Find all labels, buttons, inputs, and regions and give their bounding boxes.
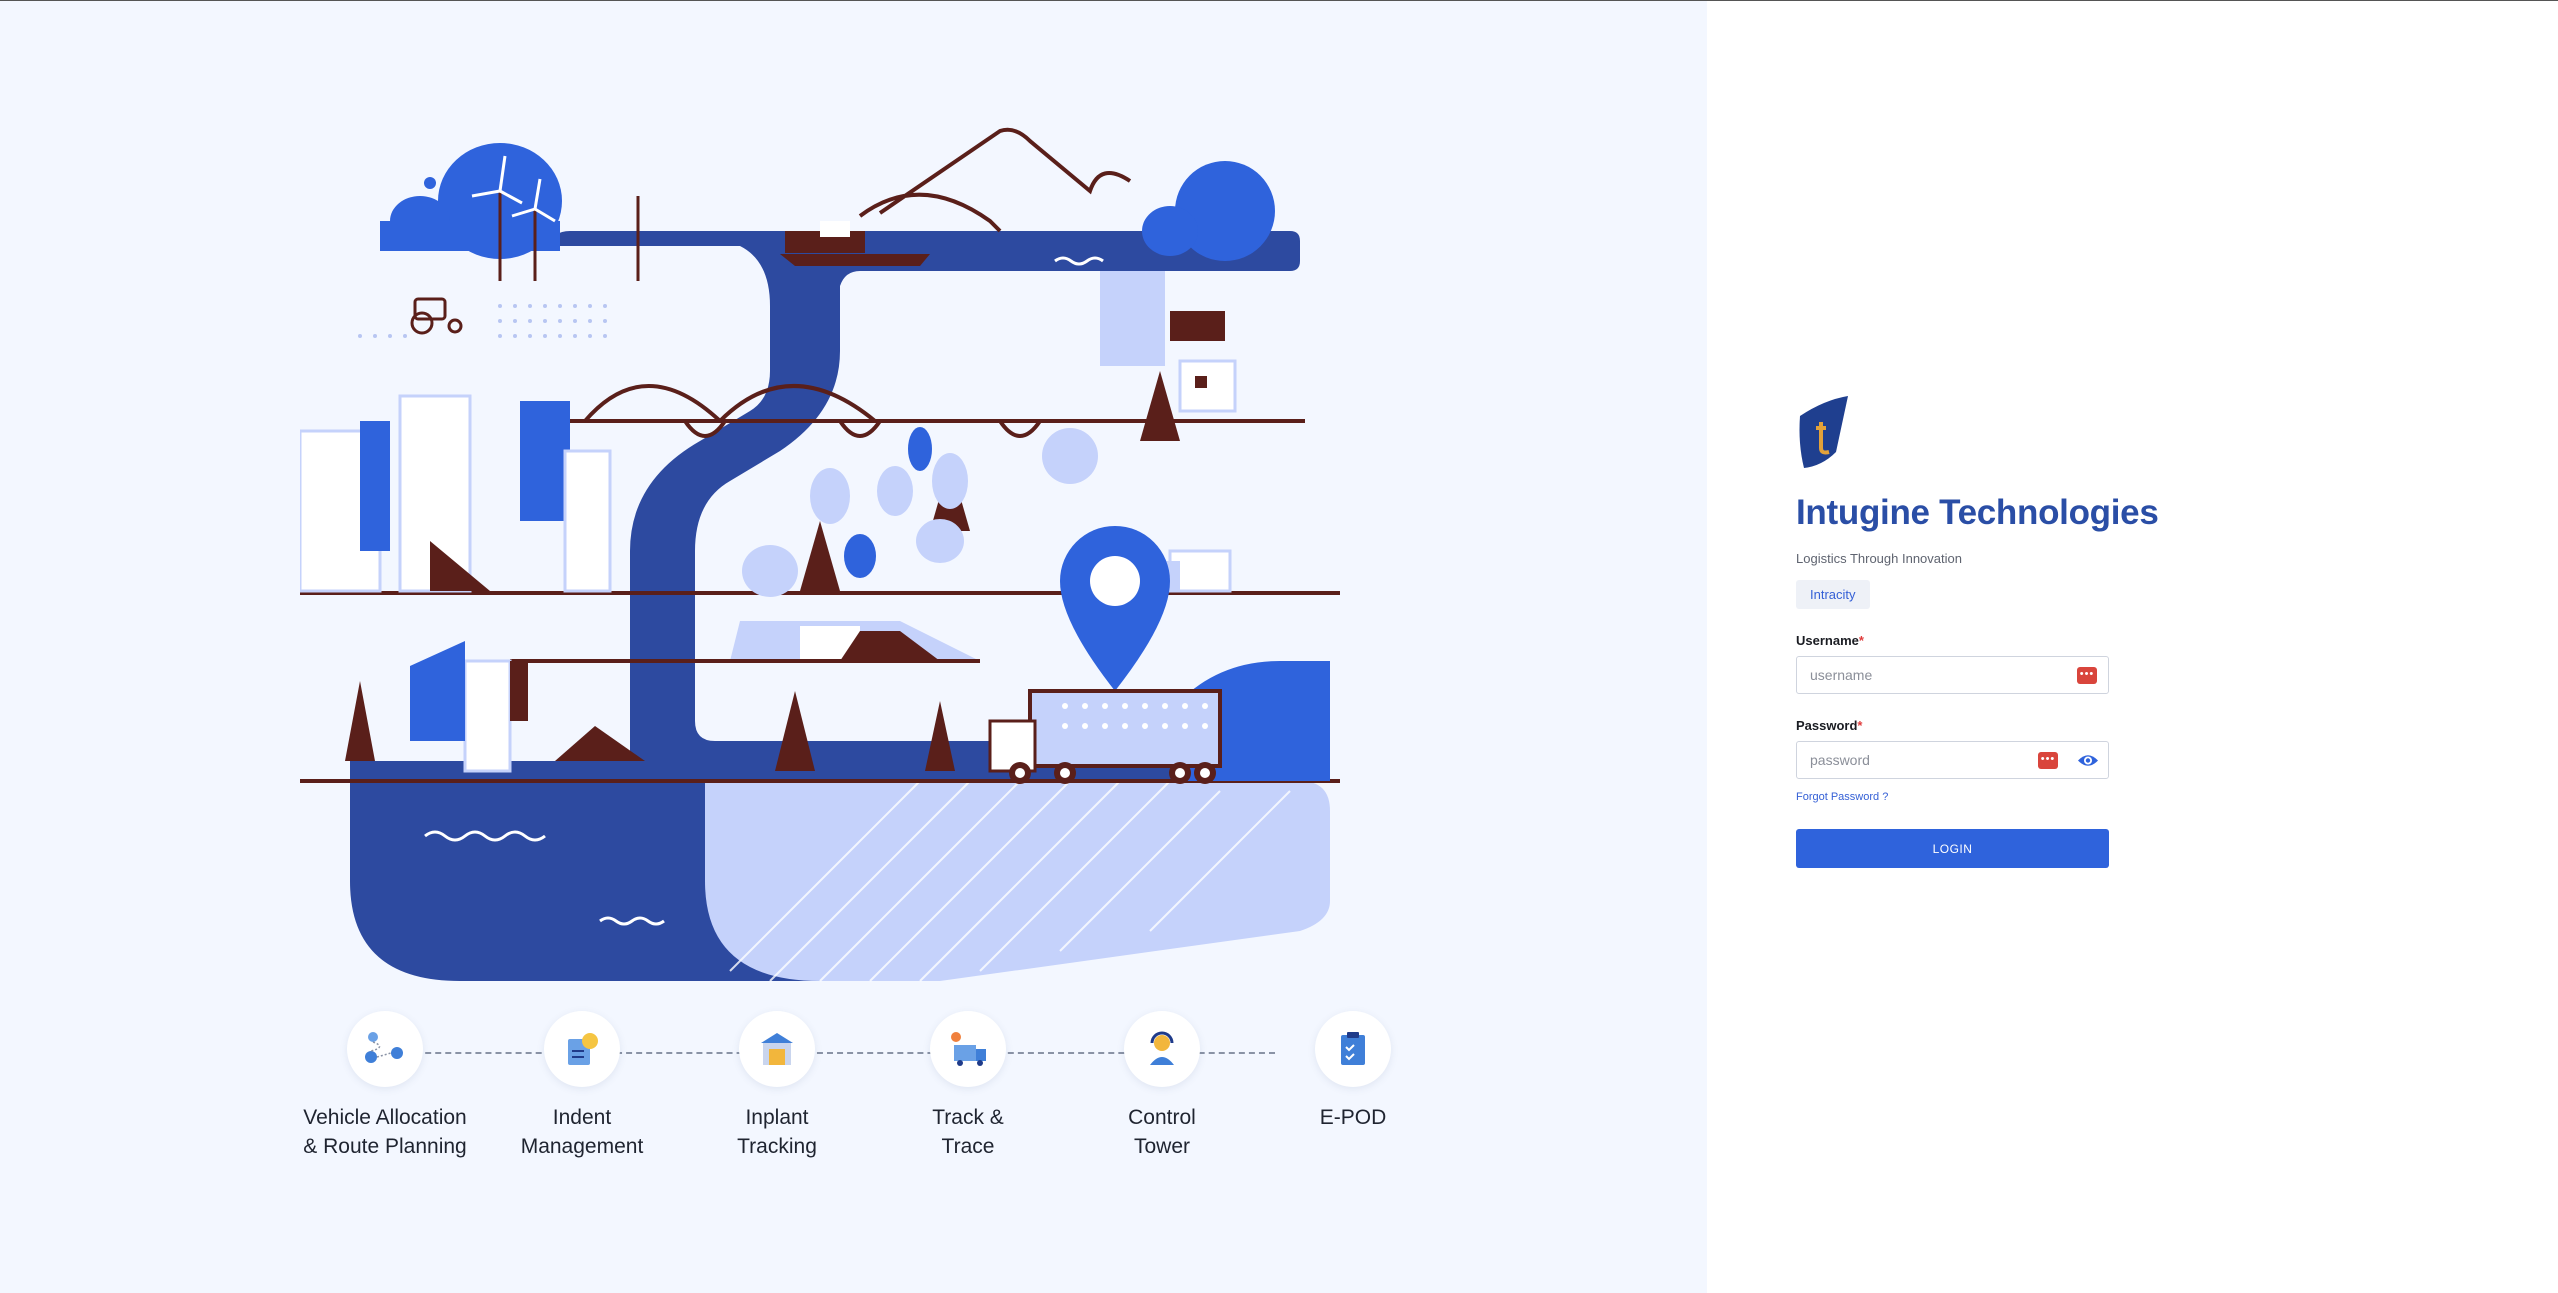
- username-input[interactable]: [1797, 657, 2108, 693]
- login-form: Intugine Technologies Logistics Through …: [1796, 394, 2196, 868]
- password-label-text: Password: [1796, 718, 1858, 733]
- feature-vehicle-allocation: Vehicle Allocation & Route Planning: [290, 1011, 480, 1161]
- logistics-city-illustration: [300, 127, 1340, 982]
- password-manager-icon[interactable]: •••: [2077, 667, 2097, 684]
- feature-label: Vehicle Allocation & Route Planning: [303, 1106, 467, 1158]
- password-manager-icon[interactable]: •••: [2038, 752, 2058, 769]
- warehouse-icon: [739, 1011, 815, 1087]
- feature-label: Indent Management: [520, 1106, 644, 1158]
- forgot-password-link[interactable]: Forgot Password ?: [1796, 791, 1888, 803]
- operator-icon: [1124, 1011, 1200, 1087]
- login-panel: Intugine Technologies Logistics Through …: [1707, 1, 2558, 1293]
- password-input[interactable]: [1797, 742, 2108, 778]
- username-input-wrapper: •••: [1796, 656, 2109, 694]
- feature-label: Inplant Tracking: [737, 1106, 817, 1158]
- feature-label: Track & Trace: [932, 1106, 1004, 1158]
- username-label: Username*: [1796, 633, 2196, 648]
- password-input-wrapper: •••: [1796, 741, 2109, 779]
- product-tag-chip: Intracity: [1796, 580, 1870, 609]
- company-name: Intugine Technologies: [1796, 493, 2159, 532]
- company-logo: [1799, 396, 1848, 468]
- username-label-text: Username: [1796, 633, 1859, 648]
- required-marker: *: [1857, 718, 1863, 733]
- clipboard-check-icon: [1315, 1011, 1391, 1087]
- route-planning-icon: [347, 1011, 423, 1087]
- tagline: Logistics Through Innovation: [1796, 551, 1962, 566]
- feature-control-tower: Control Tower: [1067, 1011, 1257, 1161]
- illustration-panel: Vehicle Allocation & Route Planning Inde…: [0, 1, 1707, 1293]
- required-marker: *: [1858, 633, 1864, 648]
- features-timeline: Vehicle Allocation & Route Planning Inde…: [290, 1011, 1420, 1181]
- password-label: Password*: [1796, 718, 2196, 733]
- feature-label: Control Tower: [1128, 1106, 1196, 1158]
- login-button[interactable]: LOGIN: [1796, 829, 2109, 868]
- feature-epod: E-POD: [1258, 1011, 1448, 1132]
- feature-inplant-tracking: Inplant Tracking: [682, 1011, 872, 1161]
- feature-track-trace: Track & Trace: [873, 1011, 1063, 1161]
- show-password-eye-icon[interactable]: [2077, 752, 2099, 769]
- truck-location-icon: [930, 1011, 1006, 1087]
- feature-indent-management: Indent Management: [487, 1011, 677, 1161]
- indent-icon: [544, 1011, 620, 1087]
- feature-label: E-POD: [1319, 1106, 1387, 1129]
